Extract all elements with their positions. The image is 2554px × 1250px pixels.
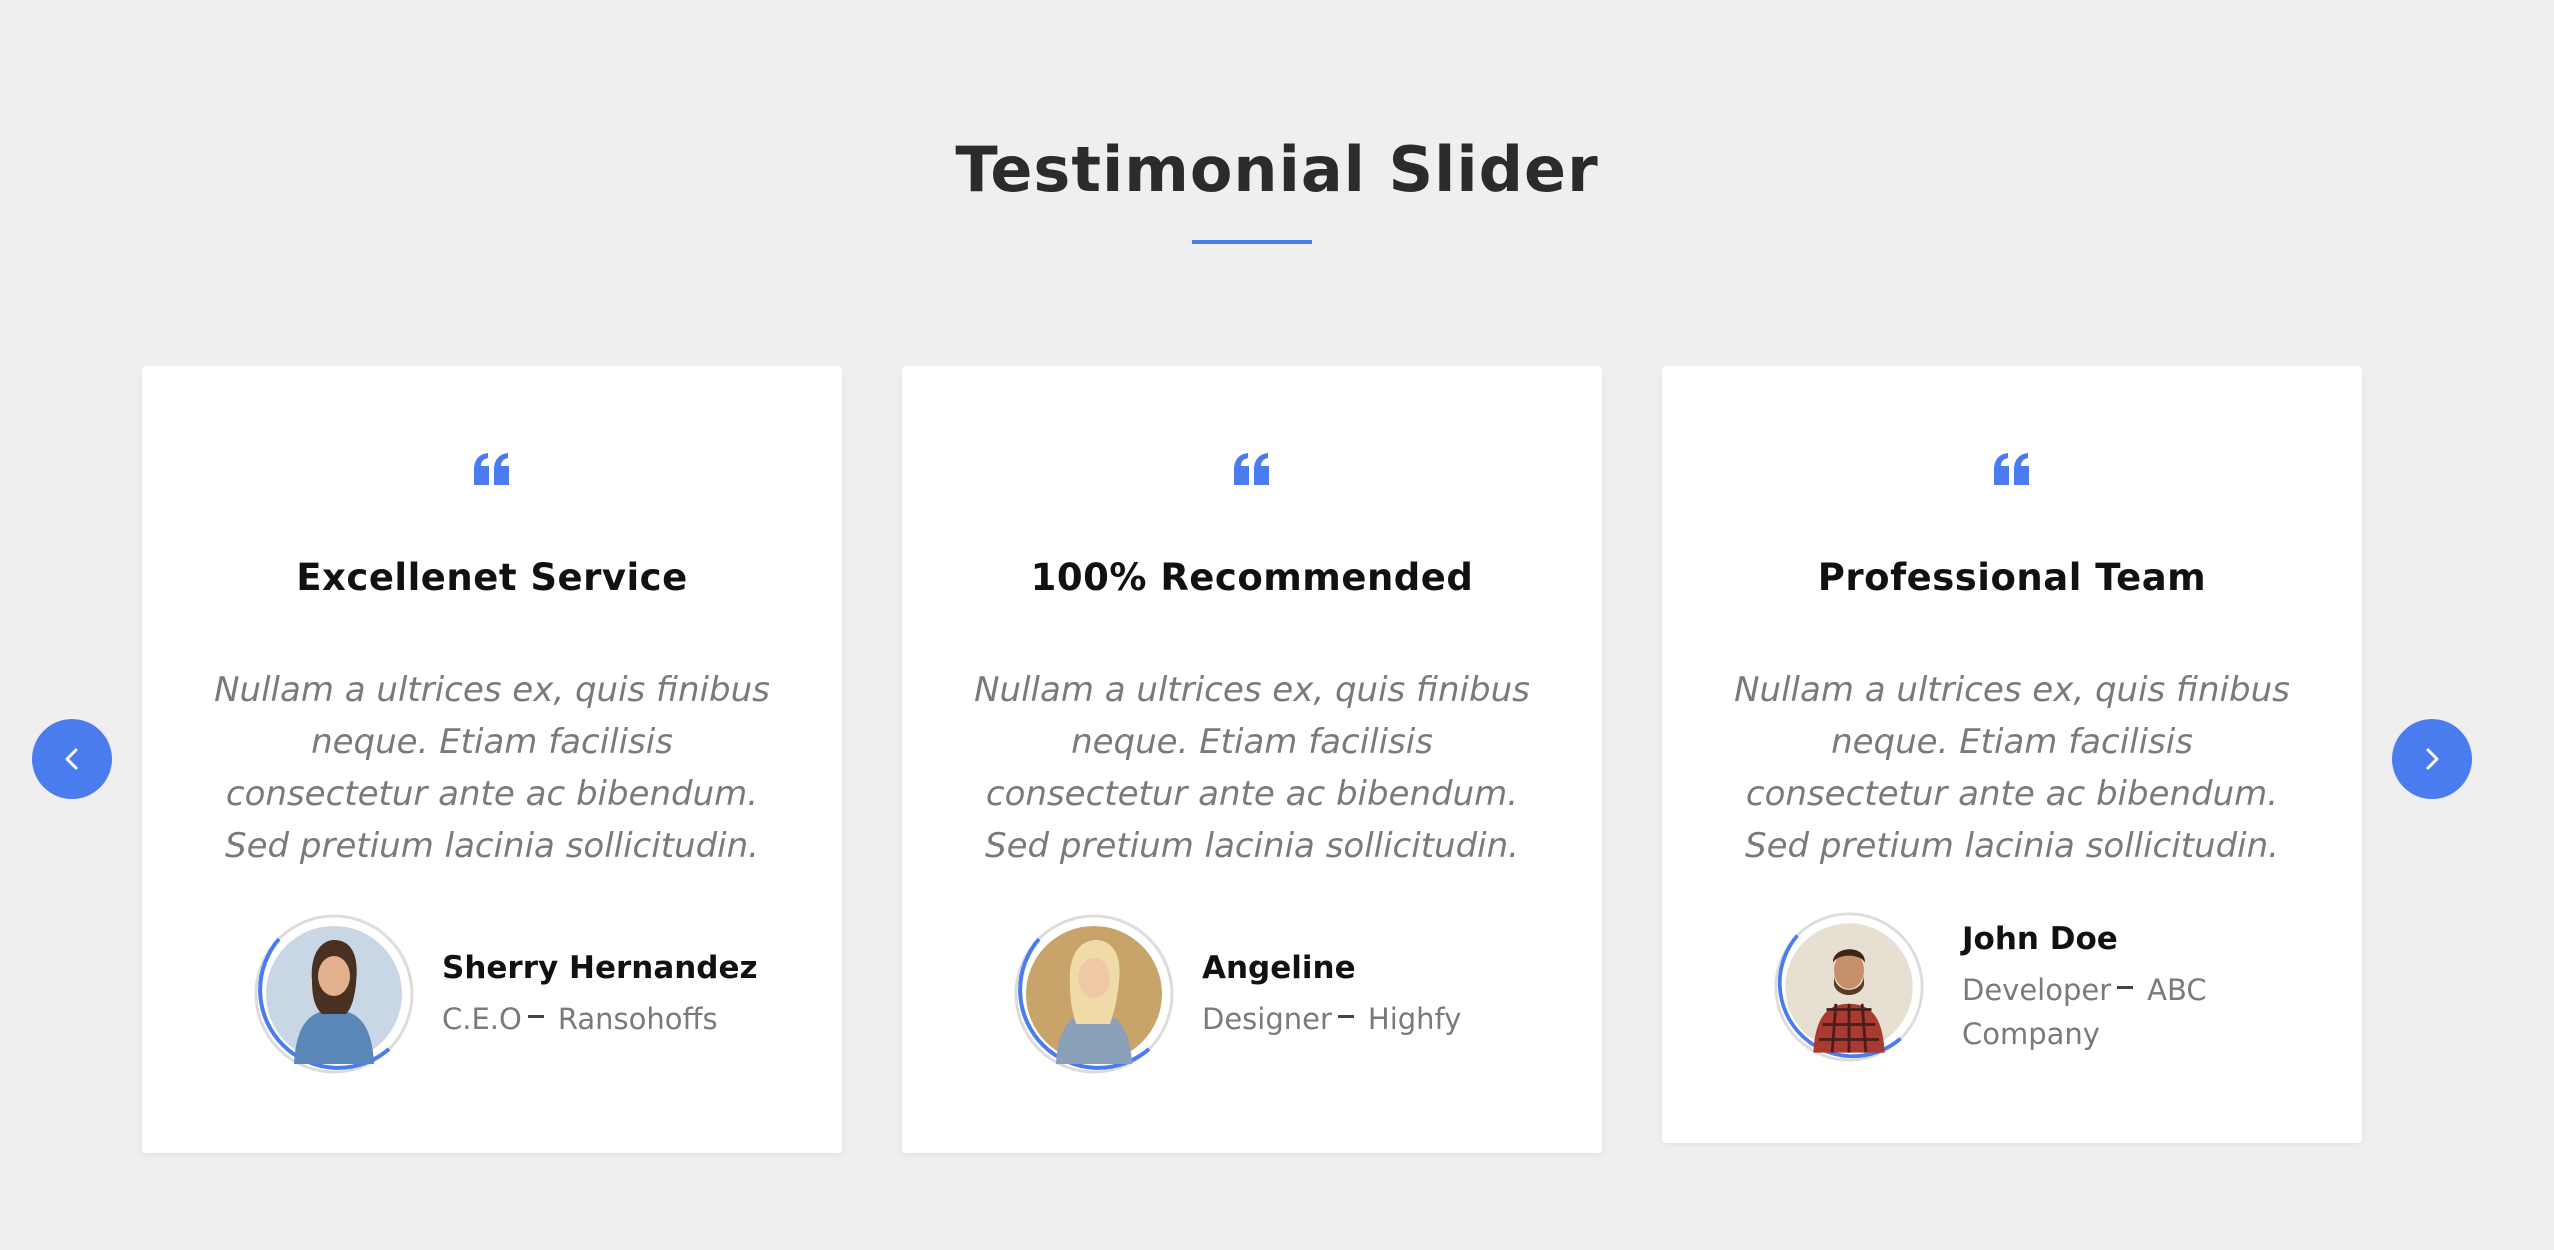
author-role: Developer — [1962, 973, 2112, 1007]
chevron-right-icon — [2426, 748, 2439, 770]
section-title: Testimonial Slider — [955, 133, 1599, 206]
quote-icon — [902, 452, 1602, 492]
testimonial-card: Professional Team Nullam a ultrices ex, … — [1662, 366, 2362, 1143]
next-slide-button[interactable] — [2392, 719, 2472, 799]
testimonial-author: Sherry Hernandez C.E.O Ransohoffs — [254, 914, 794, 1074]
testimonial-author: John Doe Developer ABC Company — [1774, 912, 2314, 1072]
avatar — [1014, 914, 1174, 1074]
avatar — [254, 914, 414, 1074]
author-role: Designer — [1202, 1002, 1332, 1036]
testimonial-card: Excellenet Service Nullam a ultrices ex,… — [142, 366, 842, 1153]
separator-dash — [1337, 1014, 1354, 1018]
chevron-left-icon — [65, 748, 78, 770]
author-company: Highfy — [1367, 1002, 1462, 1036]
title-underline — [1192, 240, 1312, 244]
author-name: Sherry Hernandez — [442, 950, 758, 986]
author-company: Ransohoffs — [557, 1002, 718, 1036]
separator-dash — [527, 1014, 544, 1018]
author-name: Angeline — [1202, 950, 1356, 986]
testimonial-text: Nullam a ultrices ex, quis finibus neque… — [1734, 670, 2290, 866]
separator-dash — [2117, 985, 2134, 989]
testimonial-text: Nullam a ultrices ex, quis finibus neque… — [214, 670, 770, 866]
quote-icon — [142, 452, 842, 492]
author-role: C.E.O — [442, 1002, 522, 1036]
author-role-line: Developer ABC Company — [1962, 968, 2312, 1056]
quote-icon — [1662, 452, 2362, 492]
testimonial-card: 100% Recommended Nullam a ultrices ex, q… — [902, 366, 1602, 1153]
author-role-line: C.E.O Ransohoffs — [442, 997, 792, 1041]
testimonial-heading: 100% Recommended — [1030, 556, 1474, 599]
testimonial-heading: Professional Team — [1817, 556, 2207, 599]
testimonial-text: Nullam a ultrices ex, quis finibus neque… — [974, 670, 1530, 866]
avatar — [1774, 912, 1924, 1062]
prev-slide-button[interactable] — [32, 719, 112, 799]
author-name: John Doe — [1962, 921, 2118, 957]
testimonial-author: Angeline Designer Highfy — [1014, 914, 1554, 1074]
testimonial-heading: Excellenet Service — [296, 556, 688, 599]
author-role-line: Designer Highfy — [1202, 997, 1552, 1041]
